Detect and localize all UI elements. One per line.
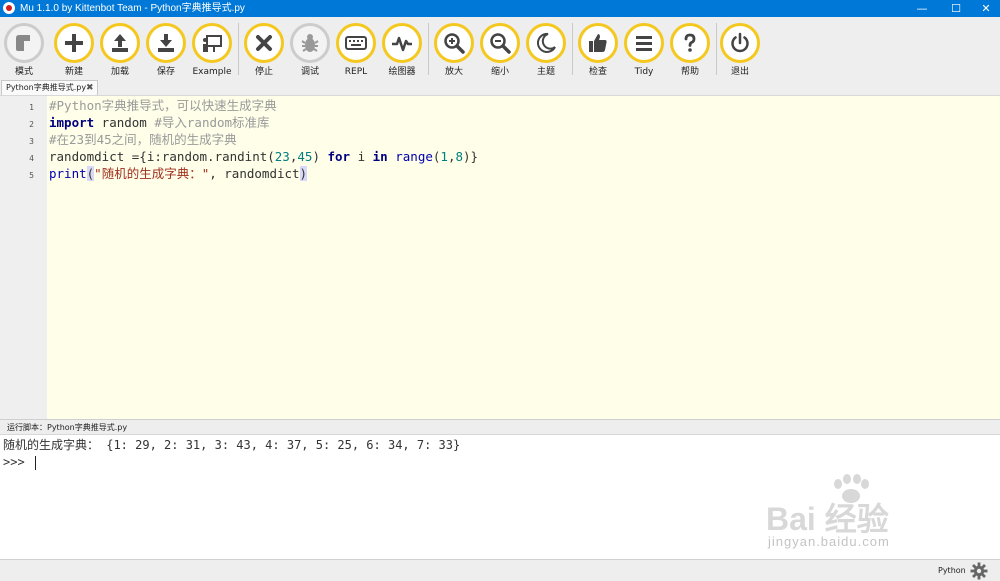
file-tab-label: Python字典推导式.py xyxy=(6,83,87,92)
line-number: 3 xyxy=(29,137,34,146)
bug-icon xyxy=(301,34,319,52)
example-label: Example xyxy=(192,67,232,77)
zoom-out-icon xyxy=(490,33,511,54)
code-comment: #在23到45之间，随机的生成字典 xyxy=(49,132,237,147)
theme-label: 主题 xyxy=(536,67,555,77)
close-window-button[interactable]: ✕ xyxy=(972,0,1000,17)
code-text: , randomdict xyxy=(209,166,300,181)
status-bar: Python xyxy=(0,559,1000,581)
mode-indicator: Python xyxy=(938,566,966,575)
code-editor[interactable]: 1 2 3 4 5 #Python字典推导式，可以快速生成字典 import r… xyxy=(0,95,1000,419)
upload-icon xyxy=(112,34,128,52)
output-pane-header: 运行脚本：Python字典推导式.py xyxy=(0,419,1000,434)
repl-prompt: >>> xyxy=(3,455,32,469)
code-text: )} xyxy=(463,149,479,164)
x-icon xyxy=(256,35,272,51)
line-number: 4 xyxy=(29,154,34,163)
code-number: 23 xyxy=(274,149,290,164)
baidu-watermark: Bai 经验 jingyan.baidu.com xyxy=(766,470,946,555)
code-number: 45 xyxy=(297,149,313,164)
line-number-gutter: 1 2 3 4 5 xyxy=(0,96,47,419)
code-line[interactable]: randomdict ={i:random.randint(23,45) for… xyxy=(49,148,478,165)
quit-button[interactable]: 退出 xyxy=(717,20,763,80)
code-number: 1 xyxy=(440,149,448,164)
code-builtin: print xyxy=(49,166,87,181)
code-line[interactable]: import random #导入random标准库 xyxy=(49,114,270,131)
code-line[interactable]: print("随机的生成字典：", randomdict) xyxy=(49,165,308,182)
code-line[interactable]: #在23到45之间，随机的生成字典 xyxy=(49,131,237,148)
code-keyword: import xyxy=(49,115,95,130)
title-bar: Mu 1.1.0 by Kittenbot Team - Python字典推导式… xyxy=(0,0,1000,17)
run-script-label: 运行脚本：Python字典推导式.py xyxy=(7,423,128,432)
example-button[interactable]: Example xyxy=(189,20,235,80)
toolbar: 模式 新建 加载 保存 Example 停止 调试 REPL 绘图器 放大 缩小… xyxy=(0,17,1000,79)
presentation-icon xyxy=(203,35,222,52)
keyboard-icon xyxy=(345,36,367,50)
mode-icon xyxy=(16,35,30,51)
code-text: i xyxy=(350,149,373,164)
window-title: Mu 1.1.0 by Kittenbot Team - Python字典推导式… xyxy=(20,3,245,14)
maximize-button[interactable]: ☐ xyxy=(942,0,970,17)
zoom-in-icon xyxy=(444,33,465,54)
question-icon xyxy=(684,33,696,52)
code-text: random xyxy=(94,115,155,130)
file-tab[interactable]: Python字典推导式.py ✖ xyxy=(1,80,98,95)
thumbs-up-icon xyxy=(589,34,607,52)
code-string: "随机的生成字典：" xyxy=(94,166,210,181)
gear-icon[interactable] xyxy=(970,562,988,580)
code-comment: #Python字典推导式，可以快速生成字典 xyxy=(49,98,277,113)
repl-prompt-line[interactable]: >>> xyxy=(3,454,36,471)
output-result: 随机的生成字典： {1: 29, 2: 31, 3: 43, 4: 37, 5:… xyxy=(3,438,461,452)
mu-app-icon xyxy=(3,2,15,14)
quit-label: 退出 xyxy=(730,67,749,77)
tab-strip: Python字典推导式.py ✖ xyxy=(0,79,1000,95)
code-text: randomdict ={i:random.randint( xyxy=(49,149,275,164)
code-comment: #导入random标准库 xyxy=(154,115,270,130)
power-icon xyxy=(731,32,749,53)
code-keyword: in xyxy=(372,149,388,164)
watermark-url: jingyan.baidu.com xyxy=(768,534,890,549)
code-keyword: for xyxy=(327,149,351,164)
code-text: ) xyxy=(312,149,328,164)
line-number: 1 xyxy=(29,103,34,112)
close-tab-icon[interactable]: ✖ xyxy=(86,81,94,95)
line-number: 5 xyxy=(29,171,34,180)
theme-button[interactable]: 主题 xyxy=(523,20,569,80)
code-builtin: range xyxy=(395,149,433,164)
minimize-button[interactable]: — xyxy=(908,0,936,17)
line-number: 2 xyxy=(29,120,34,129)
pulse-icon xyxy=(392,36,412,52)
code-line[interactable]: #Python字典推导式，可以快速生成字典 xyxy=(49,97,277,114)
plotter-button[interactable]: 绘图器 xyxy=(379,20,425,80)
code-number: 8 xyxy=(455,149,464,164)
text-cursor xyxy=(34,455,36,470)
moon-icon xyxy=(536,32,556,53)
plotter-label: 绘图器 xyxy=(388,67,416,77)
plus-icon xyxy=(65,34,83,52)
download-icon xyxy=(158,34,174,52)
matching-paren: ) xyxy=(299,166,308,181)
mode-button[interactable]: 模式 xyxy=(1,20,47,80)
help-button[interactable]: 帮助 xyxy=(667,20,713,80)
lines-icon xyxy=(636,36,652,51)
